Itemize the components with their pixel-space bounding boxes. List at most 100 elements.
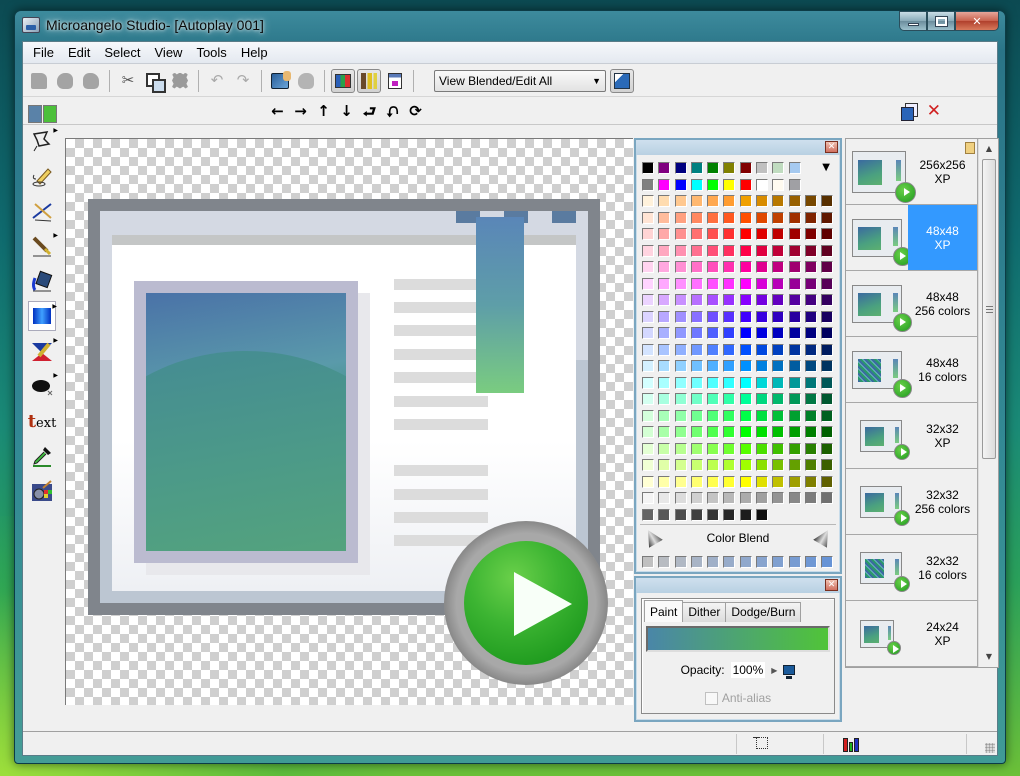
palette-swatch[interactable] (723, 244, 736, 257)
palette-swatch[interactable] (658, 492, 671, 504)
ellipse-tool[interactable]: ▶ (28, 371, 58, 401)
palette-swatch[interactable] (804, 244, 817, 257)
freehand-pencil-tool[interactable] (28, 161, 56, 191)
palette-swatch[interactable] (772, 310, 785, 323)
palette-swatch[interactable] (756, 178, 769, 191)
palette-swatch[interactable] (804, 211, 817, 224)
palette-swatch[interactable] (821, 442, 834, 455)
palette-panel-header[interactable]: ✕ (636, 140, 840, 155)
palette-swatch[interactable] (707, 310, 720, 323)
scroll-thumb[interactable] (982, 159, 996, 459)
palette-swatch[interactable] (821, 195, 834, 207)
palette-swatch[interactable] (642, 310, 654, 323)
palette-swatch[interactable] (804, 409, 817, 422)
palette-swatch[interactable] (674, 393, 687, 405)
palette-swatch[interactable] (756, 475, 769, 488)
palette-swatch[interactable] (690, 492, 703, 504)
palette-swatch[interactable] (772, 228, 785, 240)
palette-swatch[interactable] (739, 162, 752, 174)
palette-swatch[interactable] (772, 261, 785, 273)
palette-swatch[interactable] (772, 360, 785, 372)
palette-swatch[interactable] (756, 360, 769, 372)
palette-swatch[interactable] (756, 195, 769, 207)
palette-swatch[interactable] (804, 294, 817, 306)
menu-help[interactable]: Help (234, 43, 275, 62)
palette-swatch[interactable] (690, 376, 703, 389)
palette-swatch[interactable] (707, 360, 720, 372)
paint-panel-header[interactable]: ✕ (636, 578, 840, 593)
palette-swatch[interactable] (821, 492, 834, 504)
palette-swatch[interactable] (756, 261, 769, 273)
palette-swatch[interactable] (772, 178, 785, 191)
palette-swatch[interactable] (642, 442, 654, 455)
palette-swatch[interactable] (788, 360, 801, 372)
palette-swatch[interactable] (707, 343, 720, 356)
line-tool[interactable] (28, 196, 56, 226)
shift-left-button[interactable]: ← (269, 102, 286, 127)
format-item[interactable]: 48x48 XP (846, 205, 978, 271)
palette-swatch[interactable] (674, 195, 687, 207)
palette-swatch[interactable] (674, 277, 687, 290)
palette-swatch[interactable] (642, 426, 654, 438)
paste-button[interactable] (168, 69, 192, 93)
palette-swatch[interactable] (739, 211, 752, 224)
palette-swatch[interactable] (690, 343, 703, 356)
flip-horizontal-button[interactable]: ⮐ (361, 102, 378, 127)
palette-swatch[interactable] (821, 459, 834, 471)
palette-swatch[interactable] (707, 492, 720, 504)
palette-swatch[interactable] (739, 492, 752, 504)
palette-swatch[interactable] (642, 475, 654, 488)
palette-swatch[interactable] (723, 327, 736, 339)
palette-swatch[interactable] (788, 442, 801, 455)
palette-swatch[interactable] (804, 459, 817, 471)
palette-swatch[interactable] (821, 310, 834, 323)
palette-swatch[interactable] (674, 310, 687, 323)
redo-button[interactable]: ↷ (231, 69, 255, 93)
palette-swatch[interactable] (821, 211, 834, 224)
palette-swatch[interactable] (804, 228, 817, 240)
palette-swatch[interactable] (674, 360, 687, 372)
palette-swatch[interactable] (723, 310, 736, 323)
palette-swatch[interactable] (707, 277, 720, 290)
palette-swatch[interactable] (658, 393, 671, 405)
palette-swatch[interactable] (821, 393, 834, 405)
palette-swatch[interactable] (690, 426, 703, 438)
palette-swatch[interactable] (821, 327, 834, 339)
palette-swatch[interactable] (804, 376, 817, 389)
palette-swatch[interactable] (642, 343, 654, 356)
palette-swatch[interactable] (804, 492, 817, 504)
palette-swatch[interactable] (723, 475, 736, 488)
palette-swatch[interactable] (772, 393, 785, 405)
palette-swatch[interactable] (756, 459, 769, 471)
open-button[interactable] (53, 69, 77, 93)
flip-vertical-button[interactable]: ⮏ (384, 102, 401, 127)
blend-swatch[interactable] (690, 556, 703, 568)
palette-swatch[interactable] (756, 376, 769, 389)
menu-tools[interactable]: Tools (189, 43, 233, 62)
window-toggle-button[interactable] (383, 69, 407, 93)
palette-swatch[interactable] (707, 261, 720, 273)
palette-swatch[interactable] (739, 459, 752, 471)
palette-swatch[interactable] (772, 442, 785, 455)
palette-swatch[interactable] (756, 393, 769, 405)
palette-swatch[interactable] (756, 426, 769, 438)
palette-menu-icon[interactable]: ▼ (822, 162, 830, 173)
palette-swatch[interactable] (739, 277, 752, 290)
palette-toggle-button[interactable] (331, 68, 355, 93)
export-button[interactable] (294, 69, 318, 93)
palette-swatch[interactable] (723, 228, 736, 240)
palette-swatch[interactable] (707, 459, 720, 471)
palette-swatch[interactable] (756, 327, 769, 339)
palette-swatch[interactable] (642, 195, 654, 207)
palette-swatch[interactable] (756, 343, 769, 356)
save-button[interactable] (79, 69, 103, 93)
palette-swatch[interactable] (674, 178, 687, 191)
palette-swatch[interactable] (674, 475, 687, 488)
palette-swatch[interactable] (739, 442, 752, 455)
palette-swatch[interactable] (642, 294, 654, 306)
preview-button[interactable] (610, 68, 634, 93)
palette-swatch[interactable] (772, 211, 785, 224)
palette-swatch[interactable] (707, 294, 720, 306)
palette-swatch[interactable] (772, 195, 785, 207)
palette-swatch[interactable] (658, 310, 671, 323)
